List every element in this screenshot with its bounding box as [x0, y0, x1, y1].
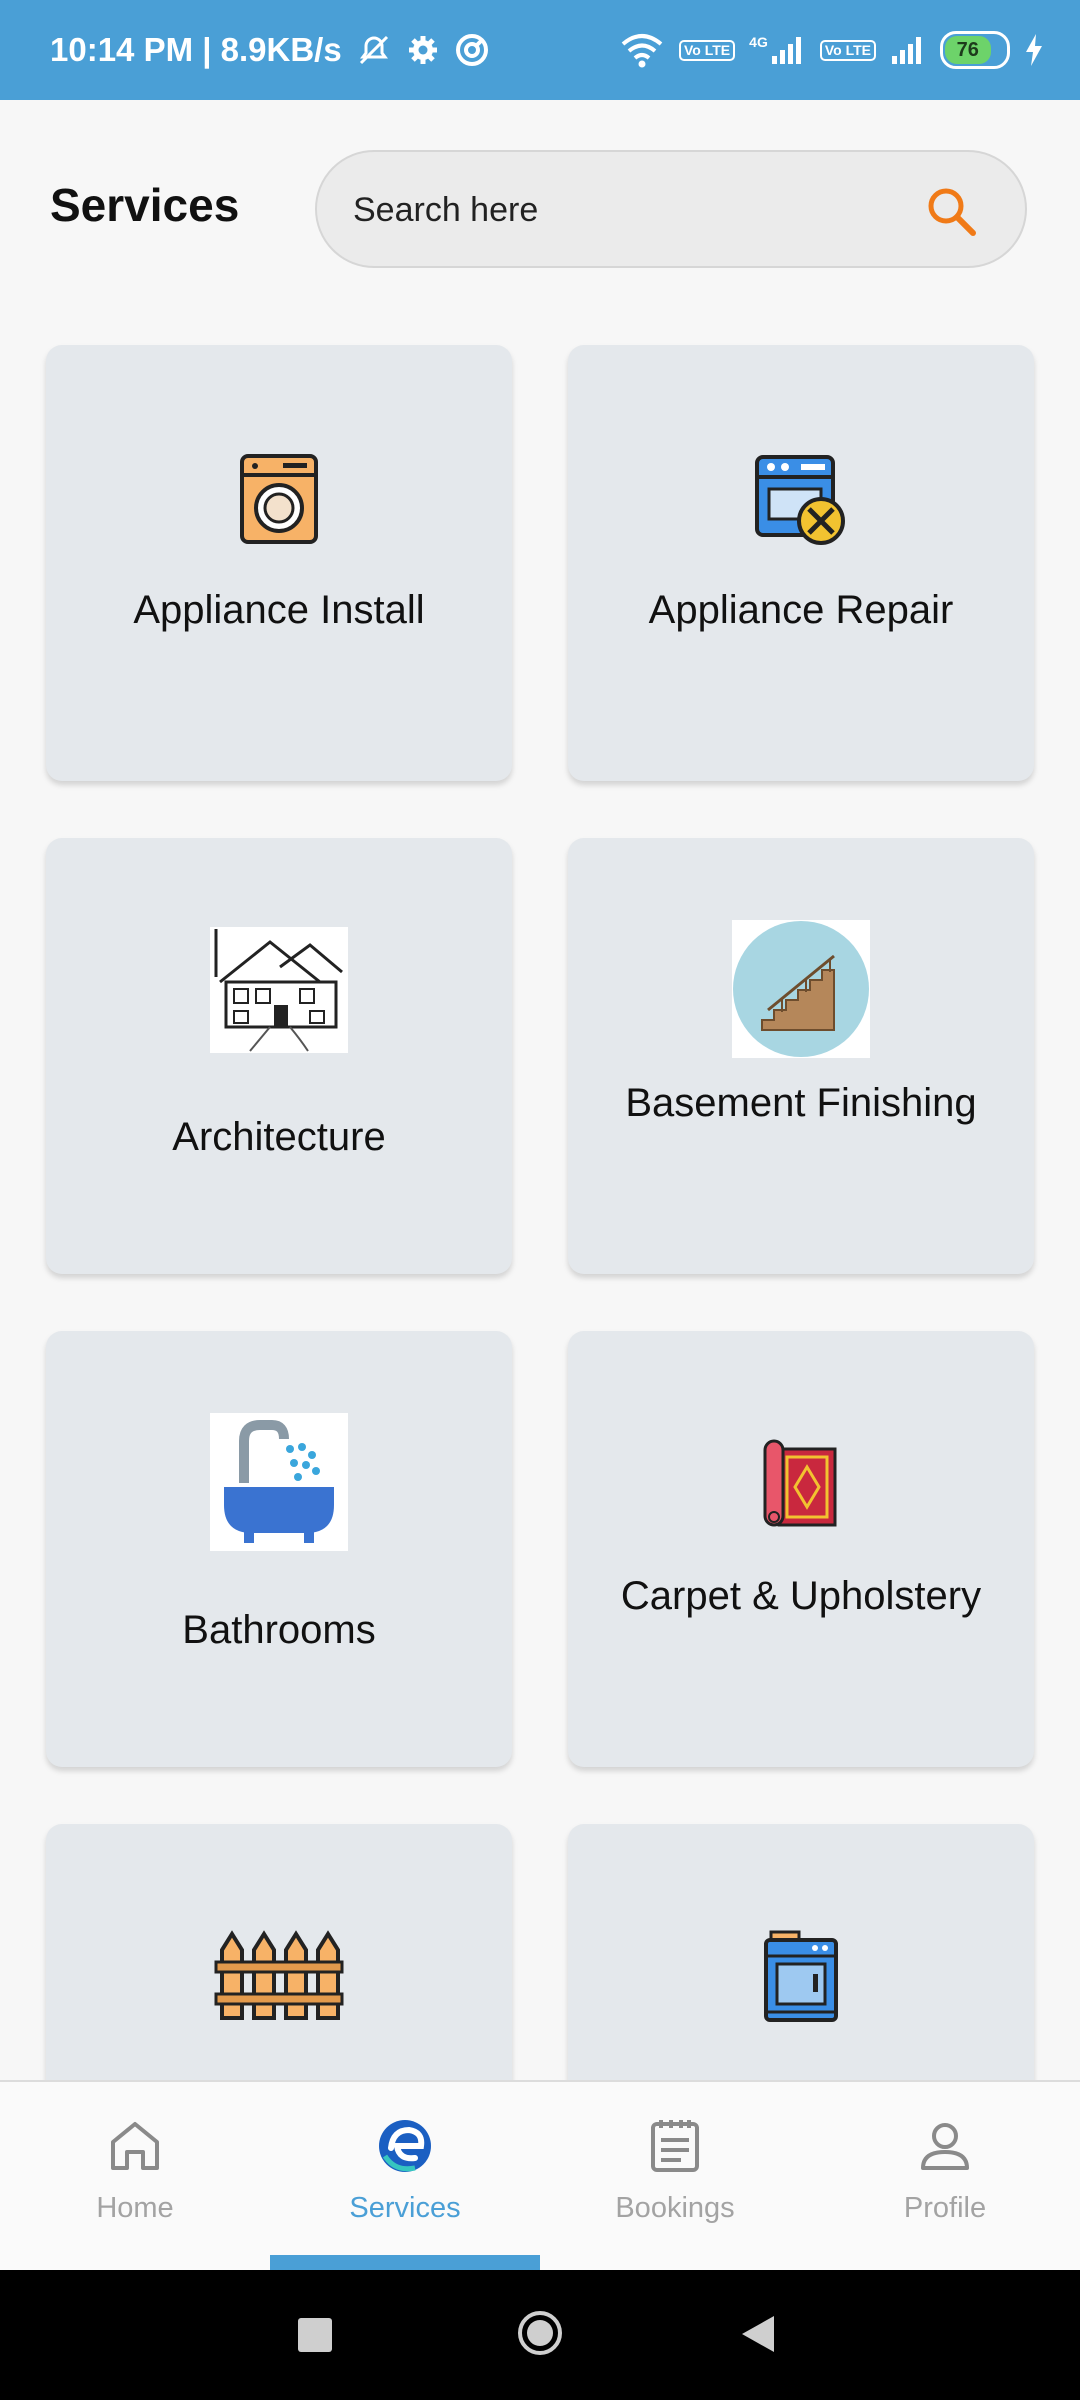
nav-item-home[interactable]: Home	[0, 2082, 270, 2270]
active-tab-indicator	[270, 2255, 540, 2270]
oven-icon	[763, 1930, 839, 2022]
service-label: Appliance Repair	[648, 588, 954, 632]
service-card-bathrooms[interactable]: Bathrooms	[46, 1331, 512, 1767]
search-icon[interactable]	[925, 185, 977, 237]
service-label: Basement Finishing	[625, 1081, 977, 1125]
bookings-icon	[645, 2116, 705, 2176]
home-icon	[105, 2116, 165, 2176]
staircase-icon	[732, 920, 870, 1058]
service-card-appliance-repair[interactable]: Appliance Repair	[568, 345, 1034, 781]
service-card-architecture[interactable]: Architecture	[46, 838, 512, 1274]
services-grid: Appliance Install Appliance Repair Archi…	[0, 0, 1080, 2080]
nav-item-services[interactable]: Services	[270, 2082, 540, 2270]
service-label: Bathrooms	[182, 1608, 376, 1652]
service-card-carpet-upholstery[interactable]: Carpet & Upholstery	[568, 1331, 1034, 1767]
bathtub-shower-icon	[210, 1413, 348, 1551]
nav-label-bookings: Bookings	[615, 2192, 735, 2224]
system-nav-bar	[0, 2270, 1080, 2400]
recents-square-icon[interactable]	[298, 2318, 332, 2352]
nav-item-bookings[interactable]: Bookings	[540, 2082, 810, 2270]
profile-icon	[915, 2116, 975, 2176]
nav-label-services: Services	[349, 2192, 461, 2224]
search-bar[interactable]	[315, 150, 1027, 268]
carpet-roll-icon	[763, 1439, 839, 1531]
house-sketch-icon	[210, 927, 348, 1053]
services-logo-icon	[375, 2116, 435, 2176]
nav-item-profile[interactable]: Profile	[810, 2082, 1080, 2270]
service-card-appliance-install[interactable]: Appliance Install	[46, 345, 512, 781]
service-label: Architecture	[172, 1115, 386, 1159]
service-card-oven[interactable]	[568, 1824, 1034, 2080]
nav-label-home: Home	[96, 2192, 174, 2224]
search-input[interactable]	[351, 152, 915, 268]
service-card-basement-finishing[interactable]: Basement Finishing	[568, 838, 1034, 1274]
service-label: Appliance Install	[133, 588, 425, 632]
service-label: Carpet & Upholstery	[620, 1574, 982, 1618]
washing-machine-icon	[239, 453, 319, 547]
service-card-fencing[interactable]	[46, 1824, 512, 2080]
appliance-repair-icon	[753, 453, 849, 549]
back-triangle-icon[interactable]	[740, 2314, 776, 2354]
home-circle-icon[interactable]	[517, 2310, 563, 2356]
bottom-nav: Home Services Bookings Profile	[0, 2080, 1080, 2270]
page-title: Services	[50, 179, 240, 231]
nav-label-profile: Profile	[903, 2192, 987, 2224]
fence-icon	[214, 1928, 344, 2024]
